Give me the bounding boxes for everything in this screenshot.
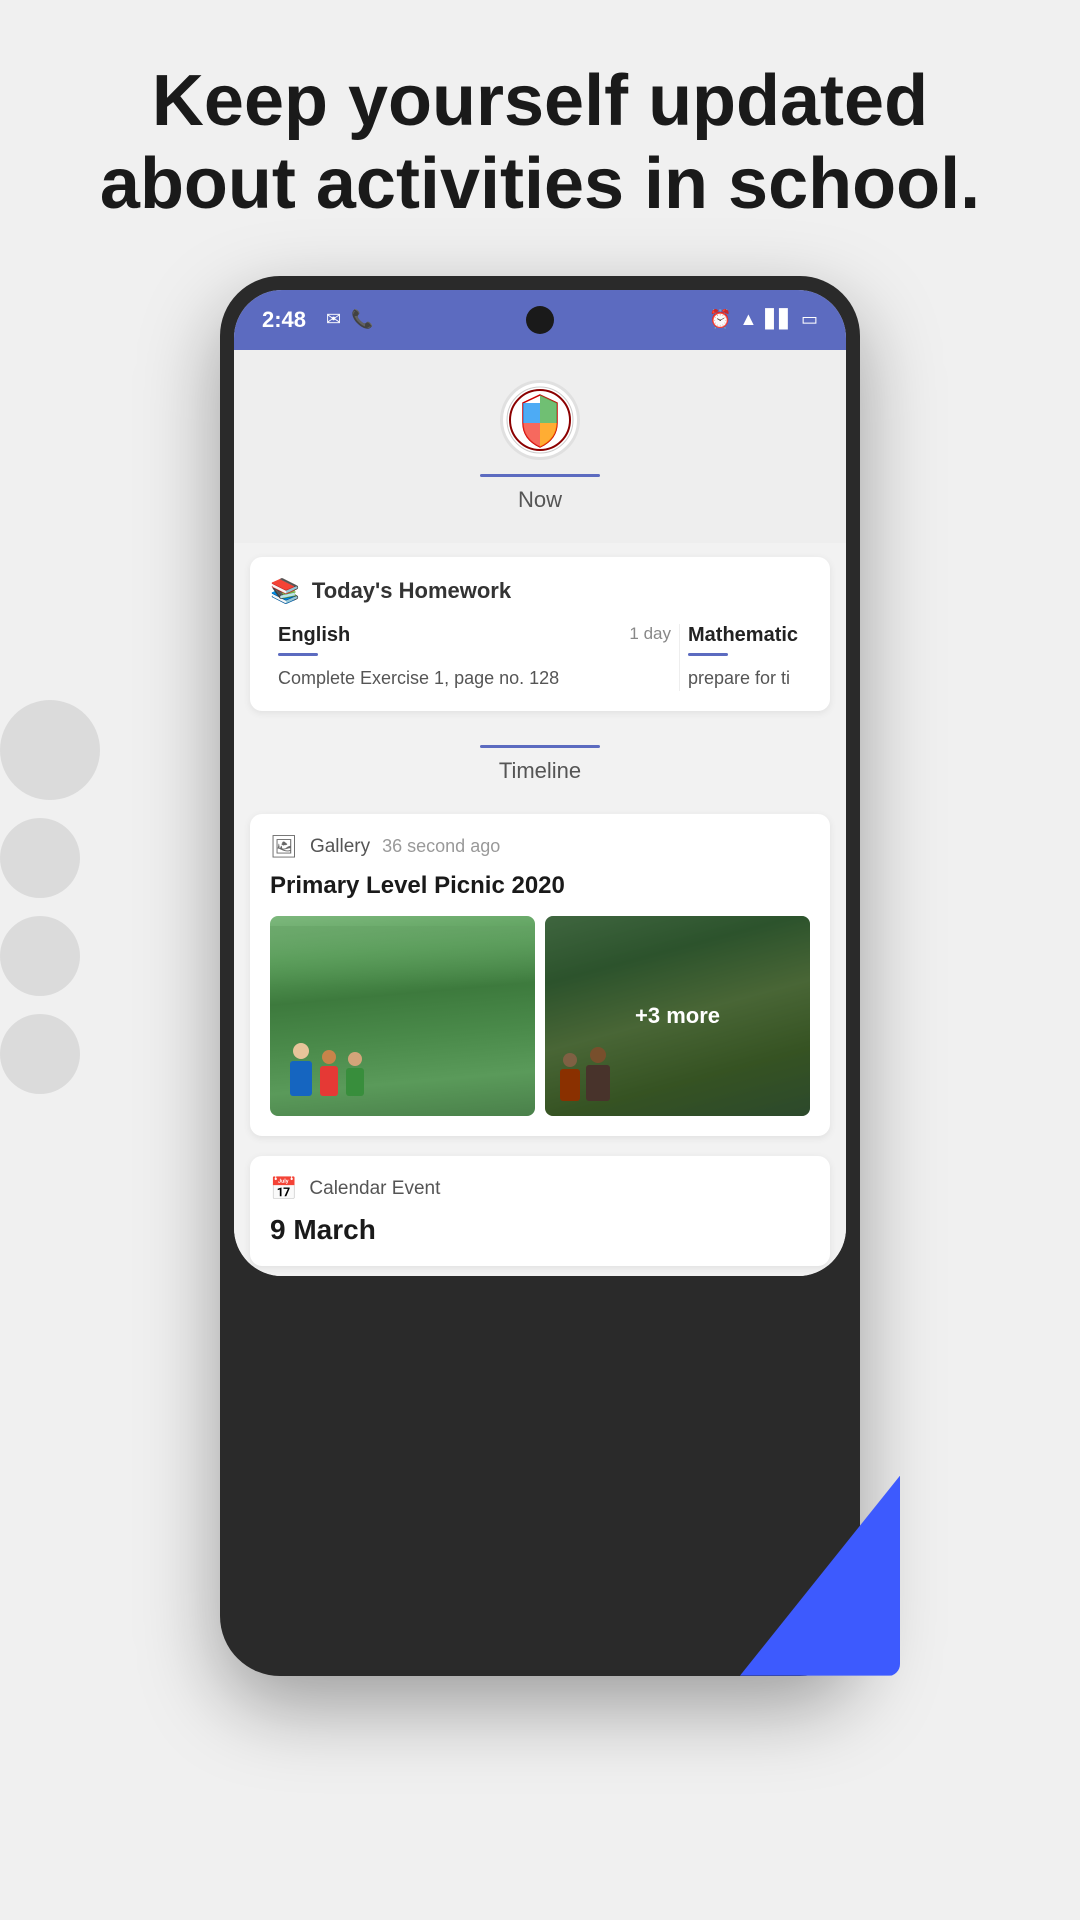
subject-math[interactable]: Mathematic prepare for ti [680,624,810,691]
timeline-label: Timeline [499,758,581,784]
school-logo-svg [505,385,575,455]
subject-math-task: prepare for ti [688,668,790,688]
message-icon: ✉ [326,309,341,330]
circle-1 [0,700,100,800]
status-time: 2:48 [262,307,306,333]
wifi-icon: ▲ [739,309,757,330]
gallery-grid: +3 more [270,916,810,1116]
gallery-meta: 🖼 Gallery 36 second ago [270,834,810,860]
gallery-more-count: +3 more [635,1003,720,1029]
calendar-icon: 📅 [270,1176,297,1202]
circle-2 [0,818,80,898]
tab-indicator [480,474,600,477]
calendar-date: 9 March [270,1214,810,1246]
signal-icon: ▋▋ [765,309,793,330]
status-icons-right: ⏰ ▲ ▋▋ ▭ [709,309,818,330]
gallery-title: Primary Level Picnic 2020 [270,872,810,900]
battery-icon: ▭ [801,309,818,330]
blue-decoration [740,1476,900,1676]
homework-icon: 📚 [270,577,300,606]
circle-3 [0,916,80,996]
app-content: Now 📚 Today's Homework English 1 day [234,350,846,1276]
homework-title: Today's Homework [312,578,511,604]
subject-math-name: Mathematic [688,624,798,647]
phone-frame: 2:48 ✉ 📞 ⏰ ▲ ▋▋ ▭ [220,276,860,1676]
gallery-time: 36 second ago [382,836,500,857]
school-logo [500,380,580,460]
gallery-overlay: +3 more [545,916,810,1116]
page-header: Keep yourself updated about activities i… [20,60,1060,226]
homework-subjects: English 1 day Complete Exercise 1, page … [270,624,810,691]
subject-english-task: Complete Exercise 1, page no. 128 [278,668,559,688]
calendar-meta: 📅 Calendar Event [270,1176,810,1202]
now-label: Now [518,487,562,513]
subject-english-name: English [278,624,350,647]
phone-screen: 2:48 ✉ 📞 ⏰ ▲ ▋▋ ▭ [234,290,846,1276]
timeline-section: Timeline [234,725,846,804]
subject-english-due: 1 day [629,624,671,644]
page-title: Keep yourself updated about activities i… [100,60,980,226]
calendar-label: Calendar Event [309,1178,440,1200]
subject-english-underline [278,653,318,656]
calendar-card[interactable]: 📅 Calendar Event 9 March [250,1156,830,1266]
gallery-label: Gallery [310,836,370,858]
gallery-icon: 🖼 [270,834,298,860]
subject-english[interactable]: English 1 day Complete Exercise 1, page … [270,624,680,691]
decorative-circles [0,700,100,1094]
gallery-card[interactable]: 🖼 Gallery 36 second ago Primary Level Pi… [250,814,830,1136]
alarm-icon: ⏰ [709,309,731,330]
subject-math-header: Mathematic [688,624,802,647]
phone-icon: 📞 [351,309,373,330]
gallery-image-1[interactable] [270,916,535,1116]
circle-4 [0,1014,80,1094]
homework-card[interactable]: 📚 Today's Homework English 1 day Complet… [250,557,830,711]
school-section: Now [234,350,846,543]
homework-header: 📚 Today's Homework [270,577,810,606]
timeline-indicator [480,745,600,748]
subject-english-header: English 1 day [278,624,671,647]
subject-math-underline [688,653,728,656]
gallery-image-2[interactable]: +3 more [545,916,810,1116]
status-icons-left: ✉ 📞 [326,309,374,330]
camera-notch [526,306,554,334]
status-bar: 2:48 ✉ 📞 ⏰ ▲ ▋▋ ▭ [234,290,846,350]
